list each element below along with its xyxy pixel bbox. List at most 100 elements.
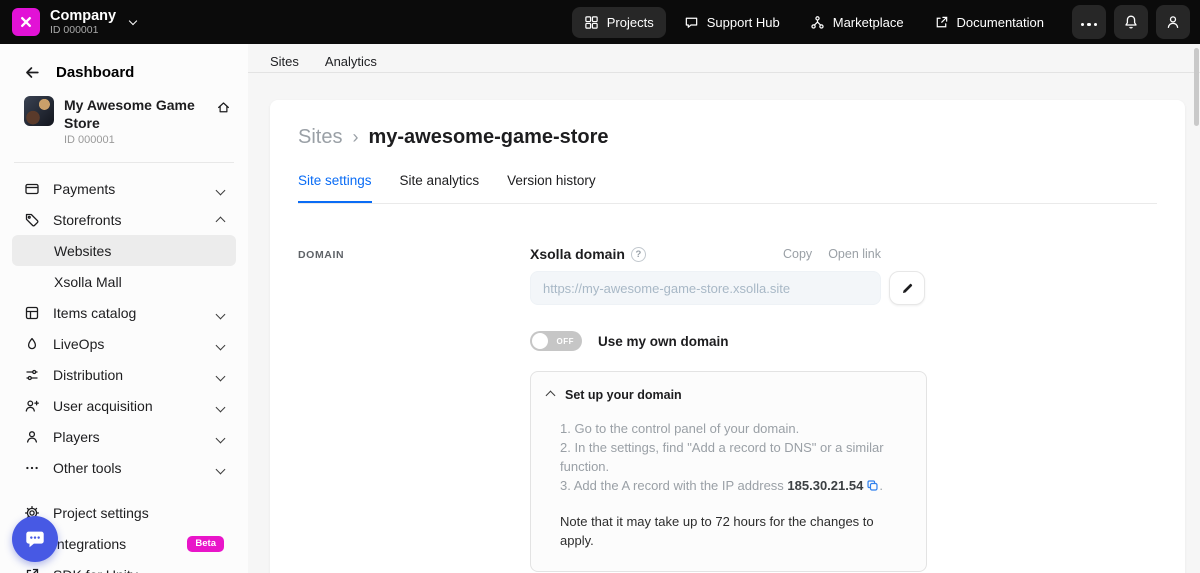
project-home-button[interactable] [216,100,231,146]
breadcrumb: Sites › my-awesome-game-store [298,126,1157,149]
chevron-down-icon [217,429,224,445]
chat-icon [684,15,699,30]
sidebar-item-sdk-for-unity[interactable]: SDK for Unity [12,559,236,573]
nav-marketplace-label: Marketplace [833,15,904,30]
user-icon [1165,14,1181,30]
site-tabs: Site settings Site analytics Version his… [298,173,1157,204]
chevron-down-icon [217,305,224,321]
own-domain-toggle[interactable]: OFF [530,331,582,351]
xsolla-logo-icon [12,8,40,36]
sidebar-item-label: Players [53,429,100,445]
scrollbar-thumb[interactable] [1194,48,1199,126]
toggle-knob [532,333,548,349]
setup-step-2: 2. In the settings, find "Add a record t… [560,439,897,477]
external-link-icon [24,567,40,573]
copy-ip-button[interactable] [866,479,879,498]
sidebar-item-label: SDK for Unity [53,567,138,573]
company-switcher[interactable]: Company ID 000001 [12,8,136,36]
nav-support-hub-label: Support Hub [707,15,780,30]
players-icon [24,429,40,445]
app-window: Company ID 000001 Projects Support Hub M… [0,0,1200,573]
beta-badge: Beta [187,536,224,552]
sidebar-item-user-acquisition[interactable]: User acquisition [12,390,236,421]
sidebar-divider [14,162,234,163]
nav-marketplace[interactable]: Marketplace [798,7,916,38]
grid-icon [584,15,599,30]
domain-section-label: DOMAIN [298,246,530,572]
sidebar-item-storefronts[interactable]: Storefronts [12,204,236,235]
xsolla-domain-input[interactable] [530,271,881,305]
tab-site-settings[interactable]: Site settings [298,173,372,203]
nav-projects-label: Projects [607,15,654,30]
sidebar-item-players[interactable]: Players [12,421,236,452]
section-tabs: Sites Analytics [248,44,1200,73]
project-avatar [24,96,54,126]
copy-button[interactable]: Copy [783,247,812,261]
setup-panel-header[interactable]: Set up your domain [545,386,910,404]
open-link-button[interactable]: Open link [828,247,881,261]
topbar-icon-buttons [1072,5,1190,39]
sidebar-item-items-catalog[interactable]: Items catalog [12,297,236,328]
breadcrumb-sites-link[interactable]: Sites [298,126,342,149]
chevron-down-icon [217,398,224,414]
dashboard-label: Dashboard [56,64,134,81]
sidebar-item-liveops[interactable]: LiveOps [12,328,236,359]
toggle-state: OFF [557,337,575,346]
sidebar-item-label: Xsolla Mall [54,274,122,290]
external-link-icon [934,15,949,30]
setup-step-3: 3. Add the A record with the IP address … [560,477,897,498]
domain-section: DOMAIN Xsolla domain ? Copy Open link [298,246,1157,572]
payments-icon [24,181,40,197]
account-button[interactable] [1156,5,1190,39]
sidebar: Dashboard My Awesome Game Store ID 00000… [0,44,248,573]
site-settings-card: Sites › my-awesome-game-store Site setti… [270,100,1185,573]
edit-domain-button[interactable] [889,271,925,305]
sidebar-item-label: LiveOps [53,336,104,352]
sidebar-item-label: Payments [53,181,115,197]
project-id: ID 000001 [64,134,206,146]
home-icon [216,100,231,115]
chat-support-button[interactable] [12,516,58,562]
storefronts-icon [24,212,40,228]
nav-support-hub[interactable]: Support Hub [672,7,792,38]
chevron-up-icon [547,386,554,404]
chevron-down-icon [129,16,137,24]
more-button[interactable] [1072,5,1106,39]
topbar: Company ID 000001 Projects Support Hub M… [0,0,1200,44]
other-tools-icon [24,460,40,476]
setup-step-3-text: 3. Add the A record with the IP address [560,478,784,493]
sidebar-item-other-tools[interactable]: Other tools [12,452,236,483]
tab-sites[interactable]: Sites [270,54,299,72]
sidebar-item-label: Project settings [53,505,149,521]
tab-version-history[interactable]: Version history [507,173,596,203]
sidebar-item-distribution[interactable]: Distribution [12,359,236,390]
ip-address: 185.30.21.54 [787,478,863,493]
chat-bubble-icon [24,528,46,550]
sidebar-item-websites[interactable]: Websites [12,235,236,266]
sidebar-item-label: Integrations [53,536,126,552]
distribution-icon [24,367,40,383]
page-title: my-awesome-game-store [368,126,608,149]
setup-step-3-period: . [879,478,883,493]
sidebar-item-label: Websites [54,243,111,259]
chevron-down-icon [217,181,224,197]
nav-documentation[interactable]: Documentation [922,7,1056,38]
tab-site-analytics[interactable]: Site analytics [400,173,480,203]
notifications-button[interactable] [1114,5,1148,39]
sidebar-item-payments[interactable]: Payments [12,173,236,204]
sidebar-item-label: Items catalog [53,305,136,321]
setup-domain-panel: Set up your domain 1. Go to the control … [530,371,927,572]
own-domain-label: Use my own domain [598,334,729,349]
sidebar-item-label: Other tools [53,460,121,476]
project-card[interactable]: My Awesome Game Store ID 000001 [12,90,236,152]
sidebar-item-xsolla-mall[interactable]: Xsolla Mall [12,266,236,297]
tab-analytics[interactable]: Analytics [325,54,377,72]
back-to-dashboard[interactable]: Dashboard [12,54,236,90]
help-icon[interactable]: ? [631,247,646,262]
items-catalog-icon [24,305,40,321]
copy-icon [866,479,879,492]
nav-documentation-label: Documentation [957,15,1044,30]
breadcrumb-separator: › [352,127,358,148]
xsolla-domain-label: Xsolla domain [530,246,625,262]
nav-projects[interactable]: Projects [572,7,666,38]
